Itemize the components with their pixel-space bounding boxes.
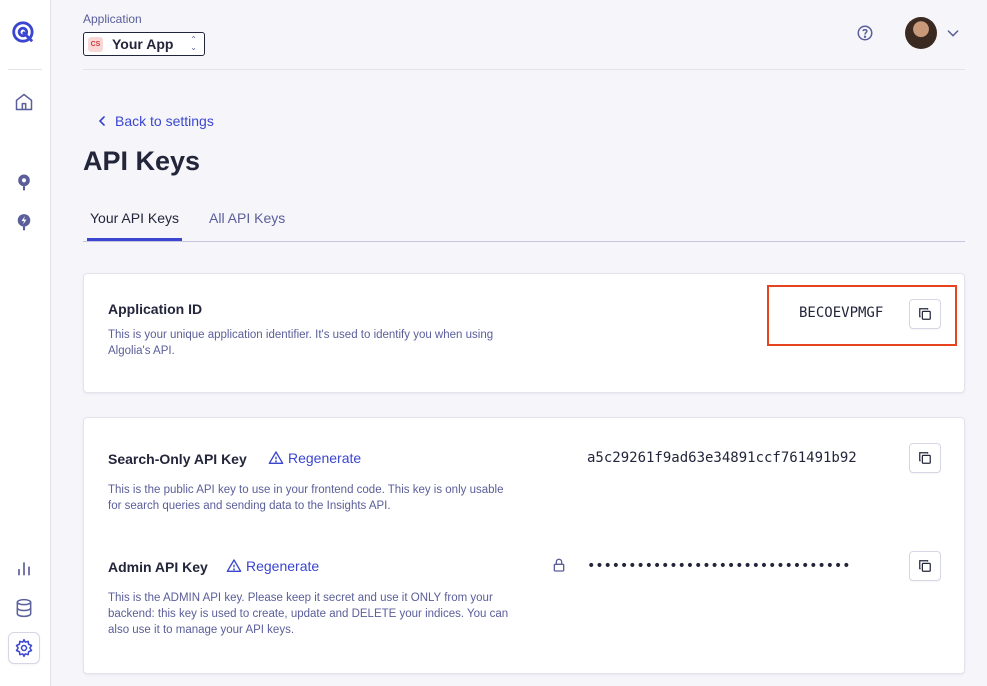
copy-icon: [919, 452, 931, 464]
database-icon[interactable]: [8, 592, 40, 624]
copy-search-key-button[interactable]: [909, 443, 941, 473]
admin-key-description: This is the ADMIN API key. Please keep i…: [108, 592, 509, 636]
app-badge: CS: [88, 36, 103, 52]
tab-all-api-keys[interactable]: All API Keys: [209, 210, 285, 226]
algolia-logo-icon[interactable]: [8, 16, 40, 48]
home-icon[interactable]: [8, 86, 40, 118]
back-to-settings-link[interactable]: Back to settings: [97, 113, 214, 129]
search-icon[interactable]: [8, 166, 40, 198]
application-id-card: Application ID This is your unique appli…: [83, 273, 965, 393]
admin-key-title: Admin API Key: [108, 559, 208, 575]
copy-icon: [919, 308, 931, 320]
sidebar-divider: [8, 69, 42, 70]
application-selector[interactable]: CS Your App ⌃ ⌄: [83, 32, 205, 56]
tabs: Your API Keys All API Keys: [83, 202, 965, 242]
regenerate-label: Regenerate: [246, 558, 320, 574]
warning-icon: [268, 451, 284, 464]
gear-icon[interactable]: [8, 632, 40, 664]
avatar[interactable]: [905, 17, 937, 49]
chart-icon[interactable]: [8, 552, 40, 584]
application-id-description: This is your unique application identifi…: [108, 329, 494, 357]
search-key-value: a5c29261f9ad63e34891ccf761491b92: [587, 450, 857, 466]
application-id-title: Application ID: [108, 301, 203, 317]
app-name: Your App: [112, 36, 174, 52]
regenerate-label: Regenerate: [288, 450, 362, 466]
search-key-title: Search-Only API Key: [108, 451, 247, 467]
chevron-left-icon: [98, 116, 105, 126]
application-id-value: BECOEVPMGF: [799, 305, 884, 321]
application-label: Application: [83, 12, 142, 26]
tab-your-api-keys[interactable]: Your API Keys: [87, 210, 182, 241]
chevron-down-icon[interactable]: [945, 25, 961, 41]
back-link-label: Back to settings: [115, 113, 214, 129]
top-bar: Application CS Your App ⌃ ⌄: [83, 0, 965, 70]
regenerate-search-key-link[interactable]: Regenerate: [268, 450, 361, 466]
search-key-description: This is the public API key to use in you…: [108, 484, 504, 512]
warning-icon: [226, 559, 242, 572]
help-icon[interactable]: [856, 24, 874, 42]
admin-key-value: ••••••••••••••••••••••••••••••••: [587, 558, 851, 574]
copy-icon: [919, 560, 931, 572]
copy-application-id-button[interactable]: [909, 299, 941, 329]
regenerate-admin-key-link[interactable]: Regenerate: [226, 558, 319, 574]
api-keys-card: Search-Only API Key Regenerate This is t…: [83, 417, 965, 674]
bolt-icon[interactable]: [8, 206, 40, 238]
sidebar: [0, 0, 51, 686]
copy-admin-key-button[interactable]: [909, 551, 941, 581]
page-title: API Keys: [83, 146, 201, 176]
updown-chevron-icon: ⌃ ⌄: [190, 35, 197, 52]
lock-icon: [551, 557, 567, 573]
